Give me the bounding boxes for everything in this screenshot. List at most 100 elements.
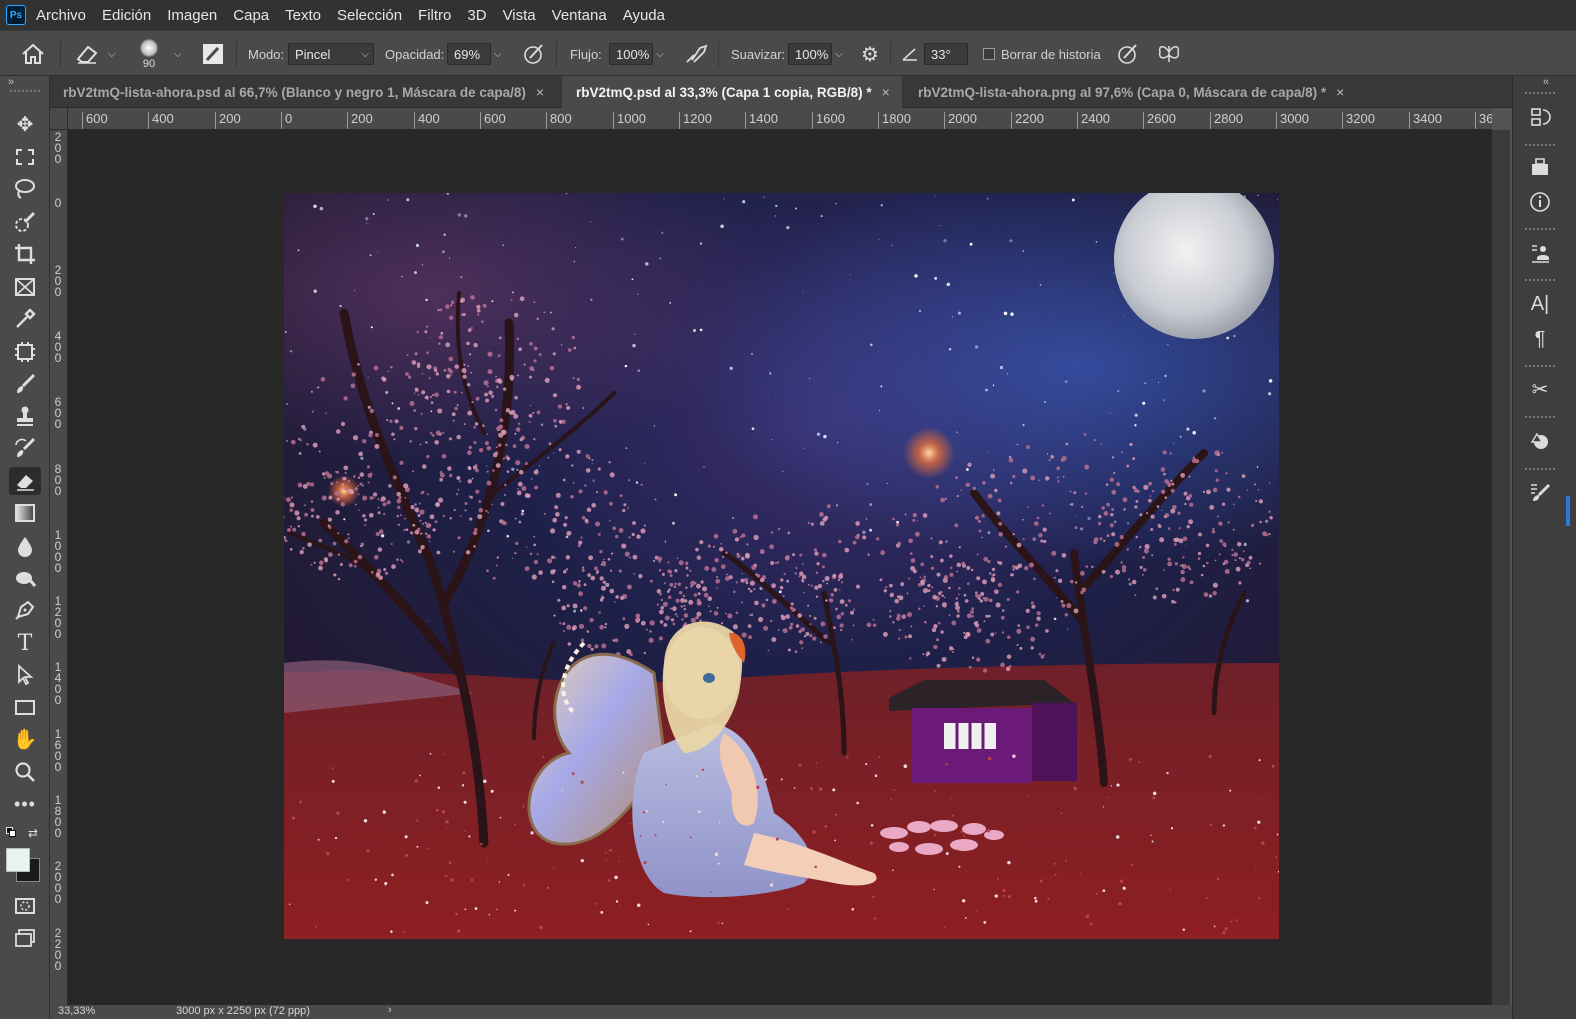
stamp-tool[interactable] [9, 402, 41, 430]
eraser-tool[interactable] [9, 467, 41, 495]
lasso-tool[interactable] [9, 175, 41, 203]
foreground-color-swatch[interactable] [6, 848, 30, 872]
menu-texto[interactable]: Texto [285, 7, 321, 24]
blossom [898, 637, 901, 640]
blossom [787, 648, 791, 652]
blossom [397, 523, 400, 526]
menu-3d[interactable]: 3D [467, 7, 486, 24]
brush-settings-toggle[interactable] [202, 31, 224, 77]
tab-document-3[interactable]: rbV2tmQ-lista-ahora.png al 97,6% (Capa 0… [904, 76, 1364, 108]
opacity-field[interactable]: 69% [447, 31, 491, 77]
more-tools-button[interactable]: ••• [9, 790, 41, 818]
screen-mode-button[interactable] [9, 924, 41, 952]
smoothing-options-button[interactable]: ⚙ [861, 31, 879, 77]
pressure-opacity-button[interactable] [522, 31, 546, 77]
marquee-tool[interactable] [9, 143, 41, 171]
blossom [565, 403, 568, 406]
grass-flower [363, 819, 368, 823]
default-colors-icon[interactable] [6, 827, 16, 837]
history-panel-button[interactable] [1523, 102, 1557, 132]
menu-vista[interactable]: Vista [503, 7, 536, 24]
photoshop-logo-icon[interactable]: Ps [6, 5, 26, 25]
flow-field[interactable]: 100% [609, 31, 653, 77]
patch-tool[interactable] [9, 338, 41, 366]
expand-panels-icon[interactable]: « [1543, 76, 1549, 88]
info-panel-button[interactable] [1523, 187, 1557, 217]
dodge-tool[interactable] [9, 564, 41, 592]
zoom-level[interactable]: 33,33% [58, 1005, 95, 1017]
chevron-down-icon: ⌵ [108, 48, 116, 60]
erase-history-checkbox[interactable]: Borrar de historia [983, 31, 1101, 77]
character-panel-button[interactable]: A| [1523, 289, 1557, 319]
zoom-tool[interactable] [9, 758, 41, 786]
flow-slider-button[interactable]: ⌵ [656, 31, 664, 77]
rectangle-tool[interactable] [9, 693, 41, 721]
brush-tool[interactable] [9, 370, 41, 398]
grass-flower [571, 772, 575, 776]
shapes-panel-button[interactable] [1523, 426, 1557, 456]
quick-mask-button[interactable] [9, 892, 41, 920]
menu-ventana[interactable]: Ventana [552, 7, 607, 24]
swap-colors-icon[interactable]: ⇄ [28, 826, 38, 840]
tab-document-2[interactable]: rbV2tmQ.psd al 33,3% (Capa 1 copia, RGB/… [562, 76, 902, 108]
menu-ayuda[interactable]: Ayuda [623, 7, 665, 24]
symmetry-button[interactable] [1156, 31, 1182, 77]
blossom [414, 507, 420, 513]
blossom [521, 485, 527, 491]
collapse-toolbar-icon[interactable]: » [8, 76, 14, 88]
brush-settings-panel-button[interactable] [1523, 477, 1557, 507]
3d-panel-button[interactable] [1523, 152, 1557, 182]
tool-presets-panel-button[interactable]: ✂ [1523, 374, 1557, 404]
blossom [470, 326, 473, 330]
close-icon[interactable]: × [882, 84, 890, 100]
blossom [463, 363, 466, 366]
type-tool[interactable]: T [9, 629, 41, 657]
blossom [468, 467, 472, 471]
history-brush-tool[interactable] [9, 434, 41, 462]
status-menu-icon[interactable]: › [388, 1004, 392, 1016]
gradient-tool[interactable] [9, 499, 41, 527]
close-icon[interactable]: × [536, 84, 544, 100]
vertical-scrollbar[interactable] [1492, 130, 1510, 1005]
ruler-origin[interactable] [50, 108, 68, 130]
move-tool[interactable]: ✥ [9, 110, 41, 138]
blossom [638, 574, 643, 579]
opacity-slider-button[interactable]: ⌵ [494, 31, 502, 77]
menu-capa[interactable]: Capa [233, 7, 269, 24]
airbrush-button[interactable] [684, 31, 710, 77]
eyedropper-tool[interactable] [9, 305, 41, 333]
document-image[interactable] [284, 193, 1279, 939]
layer-comps-panel-button[interactable] [1523, 238, 1557, 268]
vertical-ruler[interactable]: 2000200400600800100012001400160018002000… [50, 130, 68, 1005]
mode-select[interactable]: Pincel ⌵ [288, 31, 374, 77]
brush-size-picker[interactable]: 90 [140, 31, 158, 77]
crop-tool[interactable] [9, 240, 41, 268]
grass-flower [426, 847, 429, 850]
horizontal-ruler[interactable]: 600 400 200 0 200 400 600 800 1000 1200 … [68, 108, 1492, 130]
menu-filtro[interactable]: Filtro [418, 7, 451, 24]
mode-value: Pincel [295, 46, 331, 62]
menu-archivo[interactable]: Archivo [36, 7, 86, 24]
pressure-size-button[interactable] [1116, 31, 1140, 77]
hand-tool[interactable]: ✋ [9, 725, 41, 753]
tab-document-1[interactable]: rbV2tmQ-lista-ahora.psd al 66,7% (Blanco… [50, 76, 560, 108]
close-icon[interactable]: × [1336, 84, 1344, 100]
quick-select-tool[interactable] [9, 208, 41, 236]
paragraph-panel-button[interactable]: ¶ [1523, 324, 1557, 354]
path-select-tool[interactable] [9, 661, 41, 689]
smoothing-field[interactable]: 100% [788, 31, 832, 77]
frame-tool[interactable] [9, 273, 41, 301]
brush-picker-chevron[interactable]: ⌵ [174, 31, 182, 77]
grass-flower [1213, 925, 1216, 928]
home-button[interactable] [20, 31, 46, 77]
menu-imagen[interactable]: Imagen [167, 7, 217, 24]
blossom [794, 650, 798, 654]
blur-tool[interactable] [9, 532, 41, 560]
menu-seleccion[interactable]: Selección [337, 7, 402, 24]
menu-edicion[interactable]: Edición [102, 7, 151, 24]
blossom [920, 579, 925, 584]
smoothing-slider-button[interactable]: ⌵ [835, 31, 843, 77]
tool-preset-picker[interactable]: ⌵ [74, 31, 116, 77]
angle-field[interactable]: 33° [924, 31, 968, 77]
pen-tool[interactable] [9, 596, 41, 624]
